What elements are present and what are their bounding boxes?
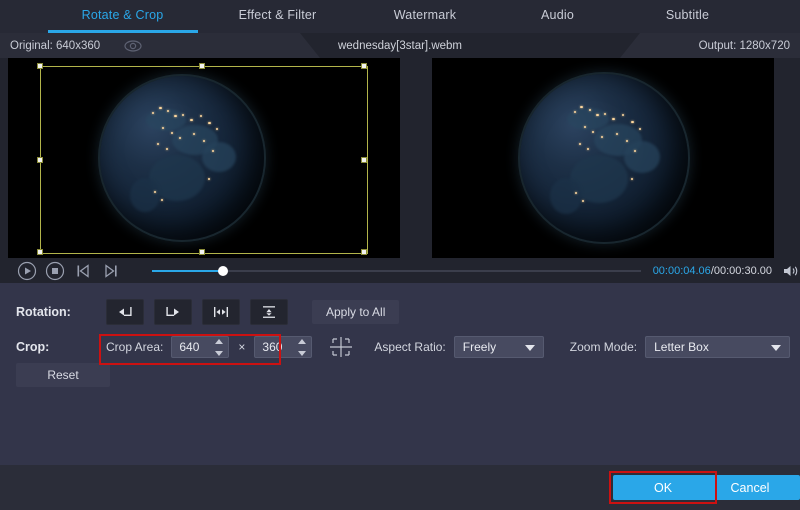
previous-frame-icon[interactable] (72, 260, 94, 282)
playback-progress-slider[interactable] (152, 264, 641, 278)
output-info-group: Output: 1280x720 (620, 33, 800, 58)
crop-handle-middle-right (361, 157, 367, 163)
play-icon[interactable] (16, 260, 38, 282)
zoom-mode-label: Zoom Mode: (570, 340, 637, 354)
tab-rotate-crop-label: Rotate & Crop (82, 8, 164, 22)
crop-handle-bottom-left (37, 249, 43, 255)
stepper-down-icon (298, 351, 306, 356)
zoom-mode-value: Letter Box (654, 340, 709, 354)
crop-handle-top-left (37, 63, 43, 69)
preview-separator (400, 58, 432, 258)
source-preview[interactable] (8, 58, 400, 258)
playback-time: 00:00:04.06/00:00:30.00 (653, 265, 772, 277)
crop-center-icon[interactable] (328, 335, 354, 359)
crop-handle-bottom-center (199, 249, 205, 255)
tab-watermark-label: Watermark (394, 8, 456, 22)
progress-fill (152, 270, 223, 272)
chevron-down-icon (525, 345, 535, 351)
ok-button[interactable]: OK (613, 475, 713, 500)
globe-city-lights (100, 76, 264, 240)
eye-icon[interactable] (124, 40, 142, 52)
crop-dimension-separator: × (238, 340, 245, 354)
crop-handle-top-center (199, 63, 205, 69)
crop-width-value: 640 (179, 340, 199, 354)
apply-to-all-button[interactable]: Apply to All (312, 300, 399, 324)
stepper-up-icon (215, 339, 223, 344)
crop-height-stepper[interactable] (298, 339, 306, 356)
stop-icon[interactable] (44, 260, 66, 282)
next-frame-icon[interactable] (100, 260, 122, 282)
tab-audio-label: Audio (541, 8, 574, 22)
output-preview[interactable] (432, 58, 774, 258)
reset-button[interactable]: Reset (16, 363, 110, 387)
flip-vertical-icon[interactable] (250, 299, 288, 325)
zoom-mode-dropdown[interactable]: Letter Box (645, 336, 790, 358)
rotate-left-icon[interactable] (106, 299, 144, 325)
preview-area (0, 58, 800, 258)
aspect-ratio-dropdown[interactable]: Freely (454, 336, 544, 358)
editor-tab-bar: Rotate & Crop Effect & Filter Watermark … (0, 0, 800, 33)
aspect-ratio-label: Aspect Ratio: (374, 340, 445, 354)
volume-icon[interactable] (782, 263, 800, 279)
rotation-row: Rotation: (16, 299, 399, 325)
crop-height-value: 360 (262, 340, 282, 354)
rotation-label: Rotation: (16, 305, 106, 319)
output-resolution-label: Output: 1280x720 (699, 40, 790, 52)
crop-width-input[interactable]: 640 (171, 336, 229, 358)
dialog-footer: OK Cancel (0, 465, 800, 510)
globe-city-lights (520, 74, 688, 242)
chevron-down-icon (771, 345, 781, 351)
crop-handle-bottom-right (361, 249, 367, 255)
crop-width-stepper[interactable] (215, 339, 223, 356)
flip-horizontal-icon[interactable] (202, 299, 240, 325)
tab-effect-filter-label: Effect & Filter (239, 8, 317, 22)
crop-label: Crop: (16, 340, 106, 354)
stepper-down-icon (215, 351, 223, 356)
crop-row: Crop: Crop Area: 640 × 360 (16, 335, 790, 359)
rotate-right-icon[interactable] (154, 299, 192, 325)
tab-effect-filter[interactable]: Effect & Filter (198, 0, 358, 33)
tab-subtitle[interactable]: Subtitle (623, 0, 753, 33)
playback-control-bar: 00:00:04.06/00:00:30.00 (0, 258, 800, 283)
stepper-up-icon (298, 339, 306, 344)
original-resolution-label: Original: 640x360 (10, 40, 100, 52)
progress-knob[interactable] (218, 266, 228, 276)
tab-subtitle-label: Subtitle (666, 8, 709, 22)
output-globe-image (520, 74, 688, 242)
aspect-ratio-value: Freely (463, 340, 496, 354)
editing-controls-panel: Rotation: (0, 283, 800, 465)
file-info-bar: Original: 640x360 wednesday[3star].webm … (0, 33, 800, 58)
tab-audio[interactable]: Audio (493, 0, 623, 33)
tab-rotate-crop[interactable]: Rotate & Crop (48, 0, 198, 33)
original-info-group: Original: 640x360 (0, 33, 320, 58)
current-time-label: 00:00:04.06 (653, 265, 711, 277)
source-globe-image (100, 76, 264, 240)
crop-height-input[interactable]: 360 (254, 336, 312, 358)
video-editor-window: Rotate & Crop Effect & Filter Watermark … (0, 0, 800, 510)
reset-row: Reset (16, 363, 110, 387)
total-time-label: 00:00:30.00 (714, 265, 772, 277)
crop-handle-top-right (361, 63, 367, 69)
crop-area-label: Crop Area: (106, 340, 163, 354)
tab-watermark[interactable]: Watermark (358, 0, 493, 33)
cancel-button[interactable]: Cancel (700, 475, 800, 500)
crop-handle-middle-left (37, 157, 43, 163)
